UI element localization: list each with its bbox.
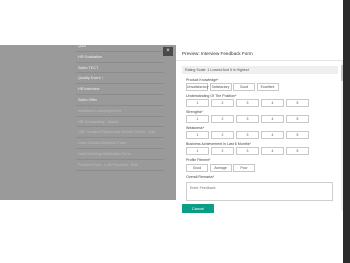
drawer-footer-space <box>176 219 343 263</box>
drawer-title: Preview: Interview Feedback Form <box>182 51 253 56</box>
list-item: Lead Meeting Notification Form <box>76 149 164 160</box>
question-label: Understanding Of The Position* <box>186 94 237 98</box>
scrollbar-track[interactable] <box>341 61 343 211</box>
list-item: Product Form - Lost Products - Edit <box>76 160 164 171</box>
divider <box>176 60 343 61</box>
option-button[interactable]: 4 <box>261 131 284 139</box>
question-label: Profile Fitment* <box>186 158 211 162</box>
question-label: Weakness* <box>186 126 205 130</box>
background-list: Q&A HR Evaluation Sales TECT Quality Eve… <box>76 41 164 171</box>
option-button[interactable]: Good <box>233 83 255 91</box>
option-button[interactable]: 5 <box>286 115 309 123</box>
right-edge-strip <box>343 0 350 263</box>
cancel-button[interactable]: Cancel <box>182 204 214 213</box>
option-button[interactable]: 2 <box>211 147 234 155</box>
option-group-product-knowledge: Unsatisfactory Satisfactory Good Excelle… <box>186 83 280 91</box>
option-group-understanding: 1 2 3 4 5 <box>186 99 311 107</box>
option-button[interactable]: Unsatisfactory <box>186 83 208 91</box>
list-item: HSE Incident Report and Vehicle Check - … <box>76 127 164 139</box>
close-icon[interactable]: × <box>163 47 173 56</box>
list-item: Quality Event ↑ <box>76 73 164 85</box>
option-button[interactable]: 3 <box>236 115 259 123</box>
option-button[interactable]: 3 <box>236 147 259 155</box>
option-button[interactable]: 4 <box>261 147 284 155</box>
option-button[interactable]: 5 <box>286 99 309 107</box>
option-button[interactable]: Poor <box>233 164 255 172</box>
option-button[interactable]: 2 <box>211 99 234 107</box>
option-button[interactable]: 1 <box>186 115 209 123</box>
remarks-textarea[interactable]: Enter Feedback <box>186 182 333 201</box>
list-item: Sales TECT <box>76 63 164 74</box>
option-button[interactable]: 4 <box>261 115 284 123</box>
option-button[interactable]: 2 <box>211 115 234 123</box>
option-button[interactable]: Satisfactory <box>209 83 232 91</box>
option-button[interactable]: 3 <box>236 99 259 107</box>
option-button[interactable]: Average <box>209 164 232 172</box>
list-item: HR Onboarding - Salary <box>76 117 164 128</box>
option-group-weakness: 1 2 3 4 5 <box>186 131 311 139</box>
option-button[interactable]: 2 <box>211 131 234 139</box>
option-button[interactable]: 3 <box>236 131 259 139</box>
preview-drawer: Preview: Interview Feedback Form Rating … <box>176 45 343 219</box>
question-label: Product Knowledge* <box>186 78 219 82</box>
remarks-label: Overall Remarks* <box>186 175 215 179</box>
list-item: HR interview <box>76 84 164 95</box>
option-button[interactable]: 1 <box>186 131 209 139</box>
option-button[interactable]: 4 <box>261 99 284 107</box>
option-button[interactable]: 1 <box>186 147 209 155</box>
option-button[interactable]: 5 <box>286 131 309 139</box>
question-label: Business Achievement in Last 6 Months* <box>186 142 251 146</box>
option-button[interactable]: 5 <box>286 147 309 155</box>
option-button[interactable]: Excellent <box>256 83 279 91</box>
list-item: Lead Contact Adoption Form <box>76 138 164 149</box>
scrollbar-thumb[interactable] <box>341 65 343 81</box>
list-item: HR Evaluation <box>76 52 164 63</box>
option-group-business-achievement: 1 2 3 4 5 <box>186 147 311 155</box>
list-item: Q&A <box>76 41 164 52</box>
question-label: Strengths* <box>186 110 203 114</box>
list-item: Sales Offer <box>76 95 164 106</box>
option-group-profile-fitment: Good Average Poor <box>186 164 257 172</box>
rating-scale-note: Rating Scale: 1 Lowest And 5 is Highest <box>182 66 338 74</box>
list-item: Incidence Learning Event <box>76 106 164 117</box>
option-group-strengths: 1 2 3 4 5 <box>186 115 311 123</box>
option-button[interactable]: Good <box>186 164 208 172</box>
option-button[interactable]: 1 <box>186 99 209 107</box>
